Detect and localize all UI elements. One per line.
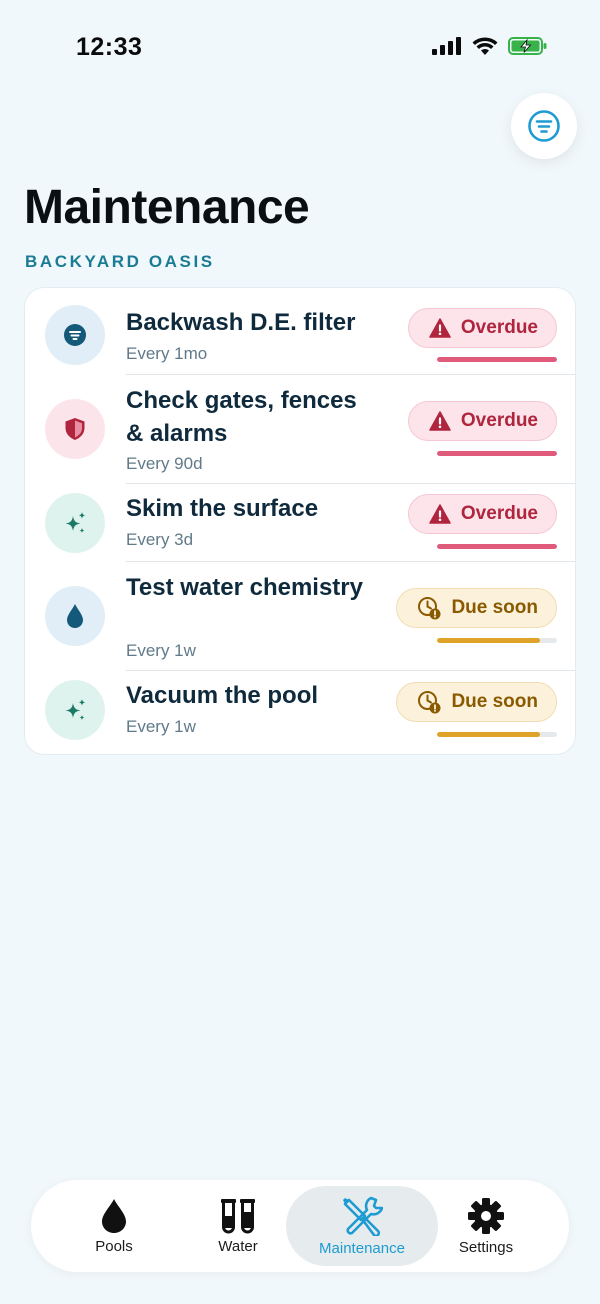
- status-icons: [432, 36, 548, 56]
- status-badge-label: Due soon: [451, 597, 538, 618]
- status-badge-label: Due soon: [451, 691, 538, 712]
- task-frequency: Every 1w: [126, 641, 196, 660]
- tab-bar: Pools Water Maintenance Settings: [31, 1180, 569, 1272]
- maintenance-screen: 12:33 Maintenance BACKYARD OASIS Backwas…: [0, 0, 600, 1304]
- progress-bar: [437, 638, 557, 643]
- status-badge-label: Overdue: [460, 503, 538, 524]
- progress-bar: [437, 544, 557, 549]
- status-badge: Due soon: [396, 588, 557, 628]
- status-badge-label: Overdue: [460, 317, 538, 338]
- row-divider: [126, 483, 575, 484]
- pool-name-subtitle: BACKYARD OASIS: [25, 252, 215, 271]
- progress-fill: [437, 357, 557, 362]
- row-divider: [126, 374, 575, 375]
- test-tubes-icon: [221, 1198, 255, 1233]
- status-bar: 12:33: [0, 0, 600, 96]
- task-icon: [45, 493, 105, 553]
- cellular-signal-icon: [432, 37, 461, 55]
- tab-label: Pools: [95, 1237, 133, 1255]
- task-list: Backwash D.E. filter Every 1mo Overdue C…: [24, 287, 576, 755]
- row-divider: [126, 561, 575, 562]
- task-icon: [45, 586, 105, 646]
- sparkles-icon: [65, 512, 86, 533]
- progress-fill: [437, 544, 557, 549]
- progress-fill: [437, 638, 541, 643]
- progress-bar: [437, 357, 557, 362]
- tab-label: Water: [218, 1237, 258, 1255]
- clock-alert-icon: [418, 691, 441, 714]
- row-divider: [126, 670, 575, 671]
- status-badge-label: Overdue: [460, 410, 538, 431]
- sparkles-icon: [65, 699, 86, 720]
- tab-label: Settings: [458, 1238, 514, 1256]
- water-drop-icon: [67, 604, 83, 628]
- tab-pools[interactable]: Pools: [53, 1186, 175, 1266]
- task-icon: [45, 399, 105, 459]
- task-frequency: Every 1mo: [126, 344, 208, 363]
- page-title: Maintenance: [24, 181, 310, 234]
- warning-icon: [429, 411, 451, 431]
- shield-icon: [65, 418, 85, 440]
- task-row[interactable]: Backwash D.E. filter Every 1mo Overdue: [25, 288, 575, 374]
- task-row[interactable]: Check gates, fences & alarms Every 90d O…: [25, 374, 575, 483]
- battery-charging-icon: [508, 37, 547, 55]
- task-row[interactable]: Skim the surface Every 3d Overdue: [25, 483, 575, 561]
- wifi-icon: [472, 36, 498, 55]
- task-frequency: Every 90d: [126, 454, 203, 473]
- warning-icon: [429, 504, 451, 524]
- status-badge: Due soon: [396, 682, 557, 722]
- task-row[interactable]: Test water chemistry Every 1w Due soon: [25, 561, 575, 670]
- task-name: Skim the surface: [126, 495, 319, 522]
- tab-label: Maintenance: [319, 1239, 405, 1257]
- task-icon: [45, 680, 105, 740]
- task-frequency: Every 3d: [126, 530, 194, 549]
- tab-maintenance[interactable]: Maintenance: [286, 1186, 438, 1266]
- status-time: 12:33: [76, 33, 143, 61]
- drop-icon: [102, 1198, 126, 1233]
- progress-fill: [437, 451, 557, 456]
- filter-icon: [528, 110, 560, 142]
- progress-bar: [437, 451, 557, 456]
- task-icon: [45, 305, 105, 365]
- status-badge: Overdue: [407, 494, 557, 534]
- task-name: Test water chemistry: [126, 574, 363, 601]
- task-name: Check gates, fences & alarms: [126, 387, 357, 447]
- tab-water[interactable]: Water: [177, 1186, 299, 1266]
- tab-settings[interactable]: Settings: [425, 1186, 547, 1266]
- filter-button[interactable]: [511, 93, 577, 159]
- warning-icon: [429, 318, 451, 338]
- progress-bar: [437, 732, 557, 737]
- progress-fill: [437, 732, 541, 737]
- tools-icon: [343, 1196, 383, 1236]
- task-frequency: Every 1w: [126, 717, 196, 736]
- status-badge: Overdue: [407, 401, 557, 441]
- gear-icon: [468, 1197, 504, 1234]
- task-name: Backwash D.E. filter: [126, 309, 356, 336]
- task-row[interactable]: Vacuum the pool Every 1w Due soon: [25, 670, 575, 754]
- filter-icon: [64, 324, 86, 346]
- task-name: Vacuum the pool: [126, 682, 319, 709]
- clock-alert-icon: [418, 597, 441, 620]
- status-badge: Overdue: [407, 308, 557, 348]
